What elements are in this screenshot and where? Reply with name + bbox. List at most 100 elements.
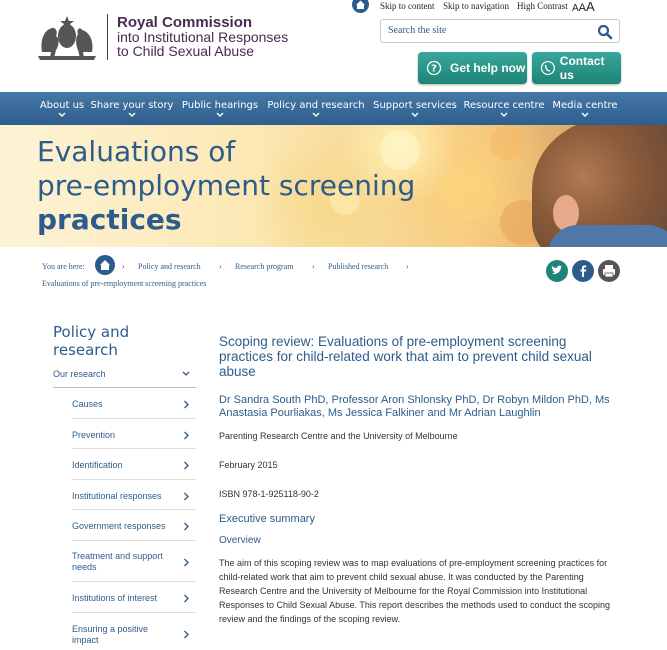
- page-title: Evaluations of pre-employment screening …: [37, 135, 415, 237]
- phone-icon: [540, 60, 555, 76]
- overview-paragraph: The aim of this scoping review was to ma…: [219, 558, 611, 624]
- chevron-down-icon: [581, 112, 589, 117]
- home-icon[interactable]: [352, 0, 369, 13]
- chevron-right-icon: [184, 630, 189, 639]
- report-date: February 2015: [219, 460, 278, 470]
- nav-label: About us: [39, 100, 85, 111]
- search-icon[interactable]: [597, 24, 613, 40]
- main-navigation: About us Share your story Public hearing…: [0, 92, 667, 125]
- breadcrumb-link[interactable]: Research program: [235, 262, 293, 271]
- sidebar-item-government-responses[interactable]: Government responses: [72, 510, 196, 541]
- breadcrumb-separator-icon: ›: [219, 262, 222, 271]
- sidebar-item-label: Identification: [72, 460, 123, 470]
- sidebar-item-our-research[interactable]: Our research: [53, 362, 196, 388]
- sidebar-item-label: Institutional responses: [72, 491, 162, 501]
- chevron-down-icon: [312, 112, 320, 117]
- report-isbn: ISBN 978-1-925118-90-2: [219, 489, 319, 499]
- chevron-down-icon: [182, 371, 190, 376]
- utility-bar: Skip to content Skip to navigation High …: [352, 0, 667, 14]
- chevron-down-icon: [128, 112, 136, 117]
- breadcrumb-separator-icon: ›: [406, 262, 409, 271]
- nav-label: Support services: [373, 100, 457, 111]
- search-box: [380, 19, 620, 43]
- chevron-down-icon: [500, 112, 508, 117]
- svg-text:?: ?: [431, 64, 437, 75]
- sidebar-item-label: Causes: [72, 399, 103, 409]
- skip-to-navigation-link[interactable]: Skip to navigation: [443, 1, 509, 11]
- sidebar-item-prevention[interactable]: Prevention: [72, 419, 196, 449]
- sidebar-title-line1: Policy and: [53, 323, 130, 341]
- bokeh-light: [490, 125, 525, 160]
- chevron-right-icon: [184, 594, 189, 603]
- nav-label: Policy and research: [267, 100, 365, 111]
- nav-policy-and-research[interactable]: Policy and research: [265, 92, 367, 125]
- nav-label: Resource centre: [463, 100, 545, 111]
- sidebar-item-label: Ensuring a positive impact: [72, 624, 149, 645]
- executive-summary-heading: Executive summary: [219, 513, 315, 525]
- high-contrast-link[interactable]: High Contrast: [517, 1, 568, 11]
- nav-label: Public hearings: [181, 100, 259, 111]
- logo-divider: [107, 14, 108, 60]
- contact-us-label: Contact us: [559, 54, 605, 82]
- sidebar-item-label: Treatment and support needs: [72, 551, 163, 572]
- twitter-icon[interactable]: [546, 260, 568, 282]
- nav-share-your-story[interactable]: Share your story: [89, 92, 175, 125]
- site-title-line1: Royal Commission: [117, 14, 253, 31]
- page-title-line2: pre-employment screening: [37, 169, 416, 202]
- search-input[interactable]: [388, 25, 588, 36]
- chevron-right-icon: [184, 461, 189, 470]
- chevron-right-icon: [184, 558, 189, 567]
- breadcrumb-separator-icon: ›: [122, 262, 125, 271]
- chevron-right-icon: [184, 431, 189, 440]
- sidebar-item-label: Prevention: [72, 430, 116, 440]
- get-help-button[interactable]: ? Get help now: [418, 52, 527, 84]
- sidebar-item-causes[interactable]: Causes: [72, 388, 196, 419]
- breadcrumb-link[interactable]: Published research: [328, 262, 388, 271]
- sidebar-item-institutions-of-interest[interactable]: Institutions of interest: [72, 582, 196, 613]
- sidebar-item-ensuring-a-positive-impact[interactable]: Ensuring a positive impact: [72, 613, 196, 650]
- page-title-line1: Evaluations of: [37, 135, 236, 168]
- skip-to-content-link[interactable]: Skip to content: [380, 1, 435, 11]
- breadcrumb-home-icon[interactable]: [95, 255, 115, 275]
- sidebar-title: Policy and research: [53, 323, 129, 359]
- overview-heading: Overview: [219, 535, 261, 546]
- report-title: Scoping review: Evaluations of pre-emplo…: [219, 334, 592, 379]
- breadcrumb-label: You are here:: [42, 262, 85, 271]
- nav-label: Share your story: [90, 100, 174, 111]
- print-icon[interactable]: [598, 260, 620, 282]
- nav-about-us[interactable]: About us: [37, 92, 87, 125]
- coat-of-arms-logo[interactable]: [34, 12, 100, 62]
- breadcrumb-current: Evaluations of pre-employment screening …: [42, 279, 207, 288]
- nav-support-services[interactable]: Support services: [370, 92, 460, 125]
- sidebar-item-institutional-responses[interactable]: Institutional responses: [72, 480, 196, 510]
- nav-resource-centre[interactable]: Resource centre: [462, 92, 546, 125]
- site-title[interactable]: Royal Commission into Institutional Resp…: [117, 14, 289, 59]
- nav-media-centre[interactable]: Media centre: [549, 92, 621, 125]
- text-size-control[interactable]: AAA: [572, 0, 595, 14]
- site-title-line2: into Institutional Responses: [117, 29, 289, 45]
- site-header: Royal Commission into Institutional Resp…: [0, 0, 667, 92]
- report-publisher: Parenting Research Centre and the Univer…: [219, 431, 458, 441]
- breadcrumb-link[interactable]: Policy and research: [138, 262, 201, 271]
- chevron-down-icon: [411, 112, 419, 117]
- sidebar-item-label: Government responses: [72, 521, 166, 531]
- chevron-right-icon: [184, 522, 189, 531]
- nav-label: Media centre: [552, 100, 618, 111]
- page-title-line3: practices: [37, 203, 182, 236]
- chevron-right-icon: [184, 400, 189, 409]
- sidebar-item-label: Our research: [53, 369, 106, 379]
- breadcrumb-separator-icon: ›: [312, 262, 315, 271]
- chevron-right-icon: [184, 492, 189, 501]
- site-title-line3: to Child Sexual Abuse: [117, 43, 254, 59]
- child-photo-shirt: [548, 225, 667, 247]
- facebook-icon[interactable]: [572, 260, 594, 282]
- bokeh-light: [440, 165, 495, 220]
- contact-us-button[interactable]: Contact us: [532, 52, 621, 84]
- report-authors: Dr Sandra South PhD, Professor Aron Shlo…: [219, 394, 610, 419]
- sidebar-item-treatment-and-support-needs[interactable]: Treatment and support needs: [72, 541, 196, 582]
- sidebar-item-identification[interactable]: Identification: [72, 449, 196, 480]
- help-icon: ?: [426, 60, 442, 76]
- chevron-down-icon: [216, 112, 224, 117]
- nav-public-hearings[interactable]: Public hearings: [178, 92, 262, 125]
- sidebar-item-label: Institutions of interest: [72, 593, 158, 603]
